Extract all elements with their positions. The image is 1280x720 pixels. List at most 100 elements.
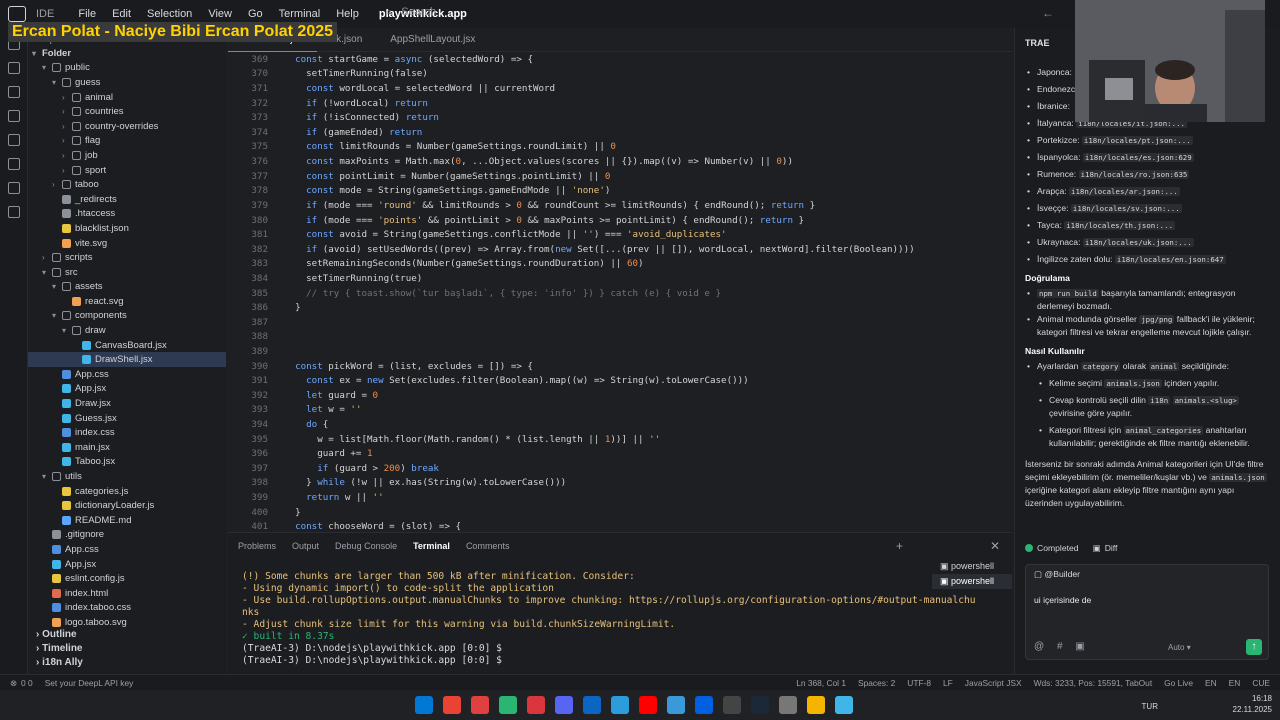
code-line[interactable]: 374 if (gameEnded) return (228, 125, 1012, 140)
file-item[interactable]: main.jsx (28, 440, 226, 455)
code-line[interactable]: 394 do { (228, 417, 1012, 432)
chat-input[interactable]: ui içerisinde de (1034, 595, 1091, 605)
code-line[interactable]: 369 const startGame = async (selectedWor… (228, 52, 1012, 67)
code-line[interactable]: 399 return w || '' (228, 490, 1012, 505)
code-line[interactable]: 372 if (!wordLocal) return (228, 96, 1012, 111)
folder-root[interactable]: ▾ Folder (28, 46, 226, 61)
search-box[interactable]: ⌕ Search (386, 6, 676, 22)
folder-item[interactable]: › sport (28, 163, 226, 178)
file-item[interactable]: index.taboo.css (28, 601, 226, 616)
word-count[interactable]: Wds: 3233, Pos: 15591, TabOut (1034, 678, 1153, 688)
code-line[interactable]: 377 const pointLimit = Number(gameSettin… (228, 169, 1012, 184)
code-area[interactable]: 369 const startGame = async (selectedWor… (228, 52, 1012, 533)
file-item[interactable]: App.jsx (28, 557, 226, 572)
taskbar-app-icon[interactable] (667, 696, 685, 714)
taskbar-app-icon[interactable] (807, 696, 825, 714)
terminal-instance[interactable]: ▣ powershell (932, 574, 1012, 589)
code-line[interactable]: 379 if (mode === 'round' && limitRounds … (228, 198, 1012, 213)
panel-tab-output[interactable]: Output (284, 541, 327, 551)
extensions-icon[interactable] (7, 134, 20, 146)
code-line[interactable]: 388 (228, 330, 1012, 345)
lang-en-1[interactable]: EN (1205, 678, 1217, 688)
send-button[interactable]: ↑ (1246, 639, 1262, 655)
file-item[interactable]: react.svg (28, 294, 226, 309)
file-item[interactable]: logo.taboo.svg (28, 615, 226, 630)
folder-item[interactable]: › taboo (28, 177, 226, 192)
panel-tab-terminal[interactable]: Terminal (405, 541, 458, 551)
code-line[interactable]: 371 const wordLocal = selectedWord || cu… (228, 81, 1012, 96)
file-item[interactable]: _redirects (28, 192, 226, 207)
folder-item[interactable]: › animal (28, 90, 226, 105)
file-item[interactable]: CanvasBoard.jsx (28, 338, 226, 353)
file-item[interactable]: Taboo.jsx (28, 455, 226, 470)
file-item[interactable]: .htaccess (28, 207, 226, 222)
menu-item-go[interactable]: Go (240, 8, 271, 20)
code-line[interactable]: 375 const limitRounds = Number(gameSetti… (228, 140, 1012, 155)
code-line[interactable]: 386 } (228, 300, 1012, 315)
lang-en-2[interactable]: EN (1229, 678, 1241, 688)
file-item[interactable]: Guess.jsx (28, 411, 226, 426)
file-item[interactable]: vite.svg (28, 236, 226, 251)
language-mode[interactable]: JavaScript JSX (965, 678, 1022, 688)
code-line[interactable]: 389 (228, 344, 1012, 359)
image-icon[interactable]: ▣ (1075, 641, 1084, 652)
menu-item-edit[interactable]: Edit (104, 8, 139, 20)
taskbar-app-icon[interactable] (723, 696, 741, 714)
code-line[interactable]: 391 const ex = new Set(excludes.filter(B… (228, 373, 1012, 388)
eol[interactable]: LF (943, 678, 953, 688)
code-line[interactable]: 396 guard += 1 (228, 446, 1012, 461)
folder-item[interactable]: › flag (28, 134, 226, 149)
folder-item[interactable]: ▾ utils (28, 469, 226, 484)
file-item[interactable]: Draw.jsx (28, 396, 226, 411)
outline-section[interactable]: › Outline (28, 629, 226, 643)
folder-item[interactable]: › job (28, 148, 226, 163)
keyboard-language[interactable]: TUR (1142, 701, 1158, 712)
remote-icon[interactable] (7, 158, 20, 170)
code-line[interactable]: 395 w = list[Math.floor(Math.random() * … (228, 432, 1012, 447)
menu-item-file[interactable]: File (70, 8, 104, 20)
timeline-section[interactable]: › Timeline (28, 643, 226, 657)
code-line[interactable]: 373 if (!isConnected) return (228, 110, 1012, 125)
code-line[interactable]: 380 if (mode === 'points' && pointLimit … (228, 213, 1012, 228)
problems-icon[interactable]: ⊗ (10, 678, 17, 688)
file-item[interactable]: App.css (28, 542, 226, 557)
go-live[interactable]: Go Live (1164, 678, 1193, 688)
taskbar-app-icon[interactable] (835, 696, 853, 714)
code-line[interactable]: 398 } while (!w || ex.has(String(w).toLo… (228, 476, 1012, 491)
add-terminal-icon[interactable]: + (896, 539, 903, 553)
taskbar-app-icon[interactable] (443, 696, 461, 714)
taskbar-app-icon[interactable] (555, 696, 573, 714)
file-item[interactable]: blacklist.json (28, 221, 226, 236)
code-line[interactable]: 381 const avoid = String(gameSettings.co… (228, 227, 1012, 242)
clock-time[interactable]: 16:18 (1233, 693, 1272, 704)
folder-item[interactable]: ▾ components (28, 309, 226, 324)
chat-input-box[interactable]: ▢ @Builder ui içerisinde de @ # ▣ Auto ▾… (1025, 564, 1269, 660)
menu-item-terminal[interactable]: Terminal (271, 8, 329, 20)
folder-item[interactable]: ▾ src (28, 265, 226, 280)
folder-item[interactable]: ▾ public (28, 61, 226, 76)
folder-item[interactable]: ▾ assets (28, 280, 226, 295)
model-select[interactable]: Auto ▾ (1168, 643, 1191, 652)
taskbar-app-icon[interactable] (779, 696, 797, 714)
mention-icon[interactable]: @ (1034, 641, 1044, 652)
code-line[interactable]: 376 const maxPoints = Math.max(0, ...Obj… (228, 154, 1012, 169)
encoding[interactable]: UTF-8 (907, 678, 931, 688)
i18n-ally-section[interactable]: › i18n Ally (28, 657, 226, 671)
folder-item[interactable]: ▾ guess (28, 75, 226, 90)
taskbar-app-icon[interactable] (695, 696, 713, 714)
file-item[interactable]: index.html (28, 586, 226, 601)
folder-item[interactable]: › country-overrides (28, 119, 226, 134)
editor-tab[interactable]: AppShellLayout.jsx (376, 28, 489, 52)
hash-icon[interactable]: # (1057, 641, 1063, 652)
panel-tab-problems[interactable]: Problems (230, 541, 284, 551)
clock-date[interactable]: 22.11.2025 (1233, 704, 1272, 715)
taskbar-app-icon[interactable] (751, 696, 769, 714)
code-line[interactable]: 370 setTimerRunning(false) (228, 67, 1012, 82)
close-panel-icon[interactable]: ✕ (990, 539, 1000, 553)
file-item[interactable]: eslint.config.js (28, 571, 226, 586)
file-item[interactable]: DrawShell.jsx (28, 352, 226, 368)
taskbar-app-icon[interactable] (583, 696, 601, 714)
taskbar-app-icon[interactable] (499, 696, 517, 714)
source-control-icon[interactable] (7, 86, 20, 98)
menu-item-selection[interactable]: Selection (139, 8, 200, 20)
